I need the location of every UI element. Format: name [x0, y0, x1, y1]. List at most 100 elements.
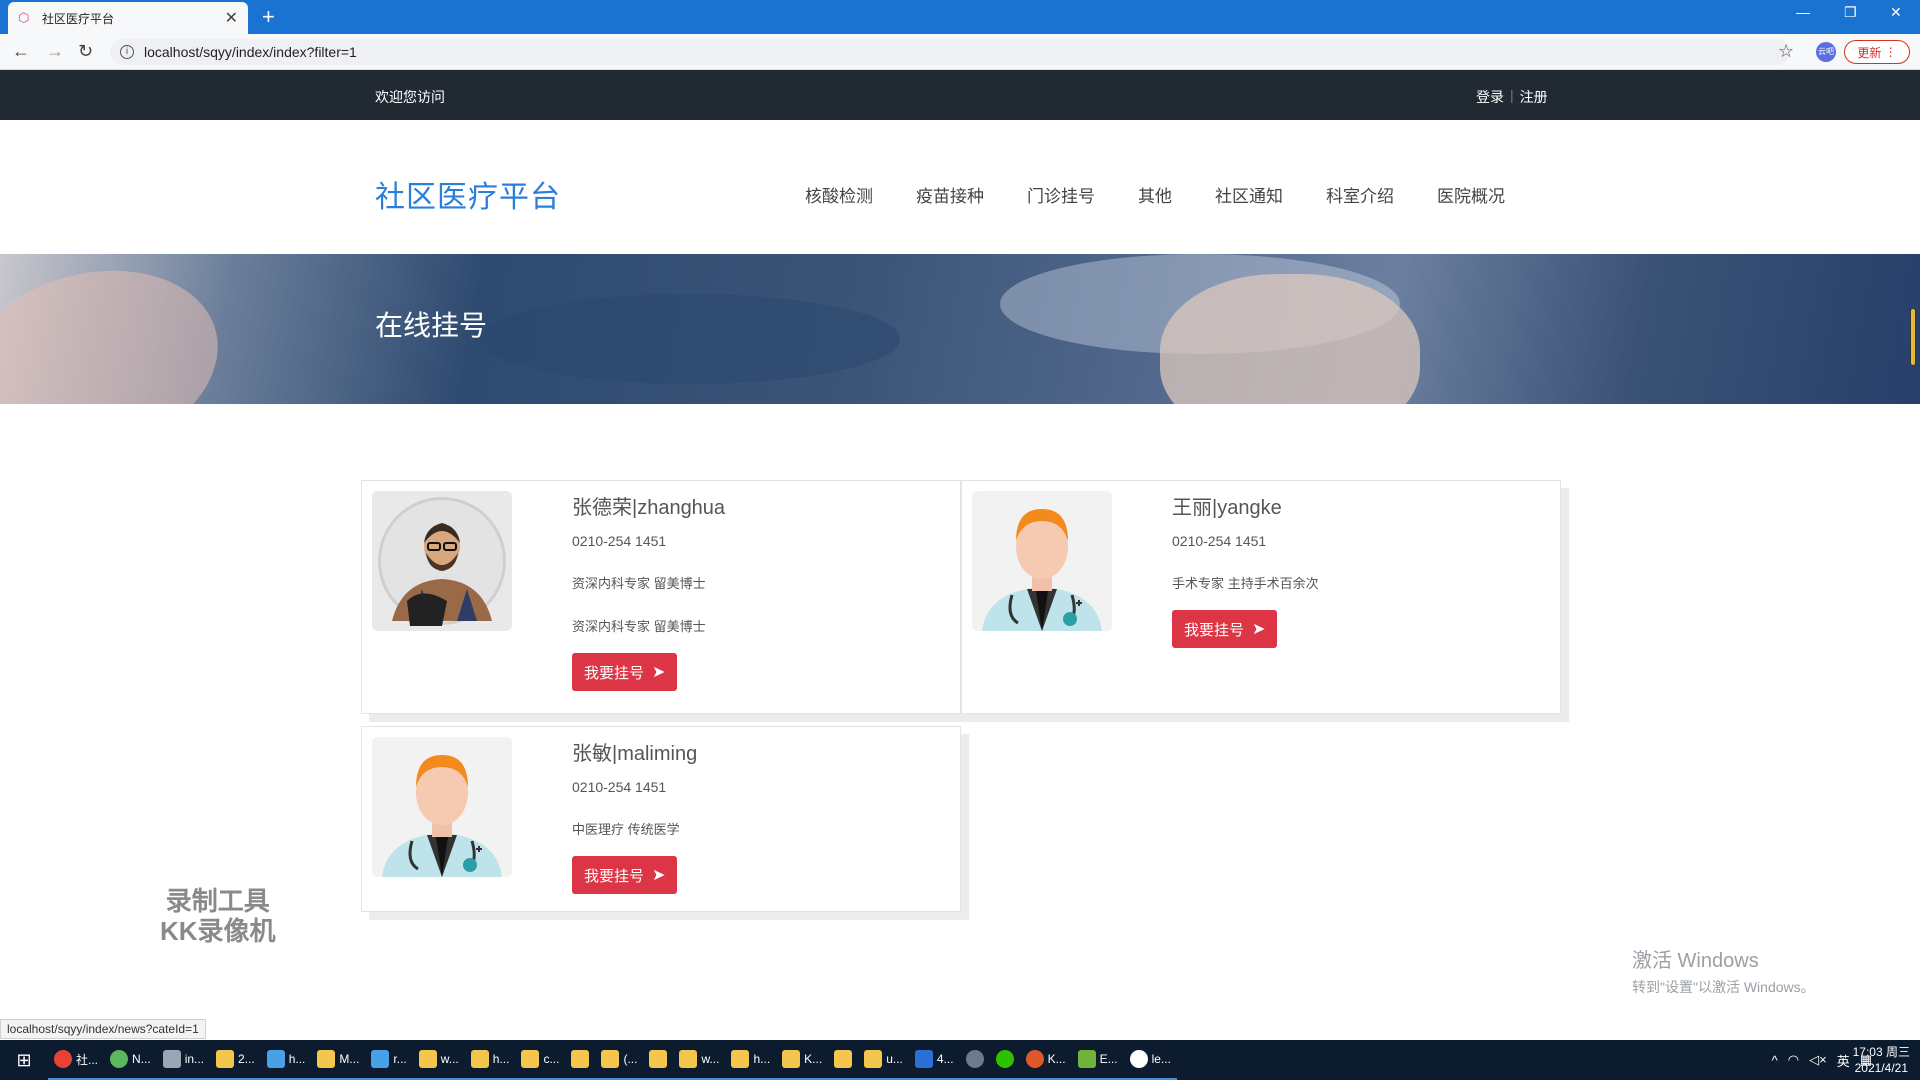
- nav-item-community-notice[interactable]: 社区通知: [1215, 182, 1283, 207]
- taskbar-label: 2...: [238, 1052, 255, 1066]
- taskbar-item[interactable]: [565, 1040, 596, 1080]
- update-label: 更新: [1857, 45, 1882, 60]
- taskbar-item[interactable]: h...: [725, 1040, 777, 1080]
- register-button[interactable]: 我要挂号 ➤: [572, 653, 678, 691]
- recorder-icon: [1025, 1050, 1044, 1068]
- taskbar-item[interactable]: K...: [776, 1040, 829, 1080]
- taskbar-item[interactable]: le...: [1123, 1040, 1177, 1080]
- taskbar-label: M...: [339, 1052, 360, 1066]
- nav-item-other[interactable]: 其他: [1138, 182, 1172, 207]
- auth-links: 登录 | 注册: [1476, 87, 1548, 107]
- taskbar-label: h...: [288, 1052, 306, 1066]
- paper-plane-icon: ➤: [1252, 621, 1266, 638]
- login-link[interactable]: 登录: [1476, 87, 1504, 107]
- minimize-icon[interactable]: —: [1796, 4, 1810, 20]
- taskbar-item[interactable]: E...: [1071, 1040, 1124, 1080]
- scroll-indicator[interactable]: [1910, 308, 1916, 366]
- folder-icon: [601, 1050, 620, 1068]
- new-tab-button[interactable]: +: [262, 4, 275, 30]
- bookmark-star-icon[interactable]: ☆: [1778, 41, 1794, 62]
- taskbar-item[interactable]: w...: [412, 1040, 465, 1080]
- folder-icon: [834, 1050, 853, 1068]
- doctor-card: 王丽|yangke 0210-254 1451 手术专家 主持手术百余次 我要挂…: [961, 480, 1561, 714]
- taskbar-item[interactable]: w...: [673, 1040, 726, 1080]
- taskbar-item[interactable]: 2...: [210, 1040, 261, 1080]
- activation-title: 激活 Windows: [1632, 950, 1759, 972]
- back-icon[interactable]: ←: [12, 41, 30, 62]
- doctor-description-secondary: 资深内科专家 留美博士: [572, 619, 706, 634]
- taskbar-item[interactable]: N...: [104, 1040, 157, 1080]
- taskbar-item-chrome[interactable]: 社...: [48, 1040, 105, 1080]
- register-link[interactable]: 注册: [1520, 87, 1548, 107]
- reload-icon[interactable]: ↻: [78, 41, 93, 62]
- folder-icon: [649, 1050, 668, 1068]
- tab-title: 社区医疗平台: [42, 11, 115, 26]
- folder-icon: [731, 1050, 750, 1068]
- clock-date: 2021/4/21: [1854, 1061, 1908, 1075]
- taskbar-item[interactable]: h...: [260, 1040, 312, 1080]
- register-button-label: 我要挂号: [584, 867, 645, 885]
- taskbar-item[interactable]: [828, 1040, 859, 1080]
- register-button[interactable]: 我要挂号 ➤: [1172, 610, 1278, 648]
- taskbar-item[interactable]: 4...: [908, 1040, 960, 1080]
- extension-icon[interactable]: 云吧: [1816, 42, 1836, 62]
- taskbar-item[interactable]: h...: [464, 1040, 516, 1080]
- nav-item-vaccination[interactable]: 疫苗接种: [916, 182, 984, 207]
- register-button[interactable]: 我要挂号 ➤: [572, 856, 678, 894]
- taskbar-item[interactable]: in...: [156, 1040, 211, 1080]
- taskbar-clock[interactable]: 17:03 周三 2021/4/21: [1853, 1044, 1910, 1076]
- taskbar-item[interactable]: r...: [365, 1040, 413, 1080]
- doctor-photo: [372, 737, 512, 877]
- windows-activation-notice: 激活 Windows 转到"设置"以激活 Windows。: [1632, 944, 1815, 997]
- browser-tab[interactable]: ⬡ 社区医疗平台 ✕: [8, 2, 248, 34]
- network-icon[interactable]: ◠: [1788, 1052, 1799, 1068]
- nav-item-outpatient-registration[interactable]: 门诊挂号: [1027, 182, 1095, 207]
- taskbar-item[interactable]: K...: [1019, 1040, 1072, 1080]
- doctor-name: 张敏|maliming: [572, 743, 698, 765]
- doctor-photo: [372, 491, 512, 631]
- app-icon: [162, 1050, 181, 1068]
- doctor-photo: [972, 491, 1112, 631]
- site-logo[interactable]: 社区医疗平台: [375, 172, 561, 216]
- doctor-name: 王丽|yangke: [1172, 497, 1282, 519]
- info-icon[interactable]: i: [120, 45, 134, 59]
- welcome-text: 欢迎您访问: [375, 89, 445, 105]
- taskbar-label: N...: [132, 1052, 151, 1066]
- taskbar-item[interactable]: [989, 1040, 1020, 1080]
- close-window-icon[interactable]: ✕: [1890, 4, 1902, 21]
- folder-icon: [418, 1050, 437, 1068]
- close-tab-icon[interactable]: ✕: [225, 8, 238, 28]
- folder-icon: [216, 1050, 235, 1068]
- doctor-card: 张德荣|zhanghua 0210-254 1451 资深内科专家 留美博士 资…: [361, 480, 961, 714]
- status-bar-url: localhost/sqyy/index/news?cateId=1: [0, 1019, 206, 1039]
- taskbar-item[interactable]: u...: [858, 1040, 909, 1080]
- nav-item-nucleic-test[interactable]: 核酸检测: [805, 182, 873, 207]
- taskbar-item[interactable]: [959, 1040, 990, 1080]
- doctor-info: 张敏|maliming 0210-254 1451 中医理疗 传统医学 我要挂号…: [572, 737, 697, 894]
- taskbar-item[interactable]: (...: [595, 1040, 644, 1080]
- windows-start-icon[interactable]: ⊞: [0, 1040, 48, 1080]
- site-top-bar: 欢迎您访问 登录 | 注册: [0, 70, 1920, 120]
- taskbar-label: 社...: [76, 1052, 99, 1067]
- nav-item-departments[interactable]: 科室介绍: [1326, 182, 1394, 207]
- folder-icon: [571, 1050, 590, 1068]
- chevron-up-icon[interactable]: ^: [1772, 1053, 1778, 1068]
- volume-icon[interactable]: ◁×: [1809, 1052, 1827, 1068]
- url-field[interactable]: i localhost/sqyy/index/index?filter=1: [110, 39, 1790, 65]
- taskbar-label: 4...: [936, 1052, 954, 1066]
- doctor-phone: 0210-254 1451: [572, 779, 667, 795]
- ime-indicator[interactable]: 英: [1837, 1051, 1850, 1070]
- doctor-phone: 0210-254 1451: [1172, 533, 1267, 549]
- taskbar-item[interactable]: M...: [311, 1040, 366, 1080]
- restore-icon[interactable]: ❐: [1844, 4, 1857, 21]
- taskbar-item[interactable]: [643, 1040, 674, 1080]
- hero-banner: 在线挂号: [0, 254, 1920, 404]
- update-button[interactable]: 更新 ⋮: [1844, 40, 1910, 64]
- pen-icon: [965, 1050, 984, 1068]
- forward-icon[interactable]: →: [46, 41, 64, 62]
- taskbar-label: K...: [1047, 1052, 1066, 1066]
- nav-item-hospital-overview[interactable]: 医院概况: [1437, 182, 1505, 207]
- taskbar-label: r...: [393, 1052, 407, 1066]
- taskbar-item[interactable]: c...: [515, 1040, 566, 1080]
- folder-icon: [679, 1050, 698, 1068]
